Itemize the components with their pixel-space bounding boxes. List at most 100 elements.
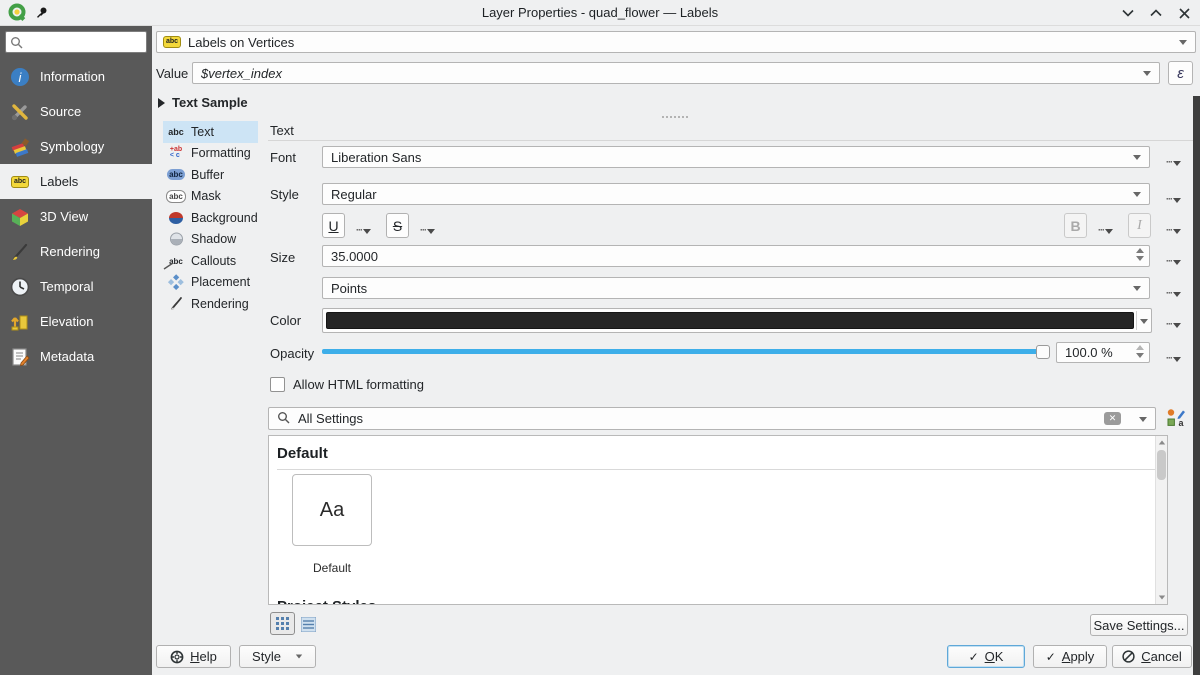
- data-defined-override-unit[interactable]: ···: [1166, 283, 1188, 297]
- opacity-slider[interactable]: [322, 349, 1048, 354]
- data-defined-override-color[interactable]: ···: [1166, 314, 1188, 328]
- default-style-card[interactable]: Aa: [292, 474, 372, 546]
- sidebar-item-temporal[interactable]: Temporal: [0, 269, 152, 304]
- sidebar-item-label: Source: [40, 104, 81, 119]
- size-spinbox[interactable]: 35.0000: [322, 245, 1150, 267]
- sidebar-item-label: Temporal: [40, 279, 93, 294]
- expression-builder-button[interactable]: ε: [1168, 61, 1193, 85]
- style-label: Style: [270, 187, 299, 202]
- sidebar-item-rendering[interactable]: Rendering: [0, 234, 152, 269]
- sidebar-item-label: 3D View: [40, 209, 88, 224]
- label-mode-select[interactable]: abc Labels on Vertices: [156, 31, 1196, 53]
- style-manager-icon[interactable]: a: [1166, 408, 1186, 428]
- font-select[interactable]: Liberation Sans: [322, 146, 1150, 168]
- clear-search-icon[interactable]: ✕: [1104, 412, 1121, 425]
- scroll-down-icon[interactable]: [1159, 596, 1165, 600]
- color-picker-button[interactable]: [322, 308, 1152, 333]
- sidebar-item-symbology[interactable]: Symbology: [0, 129, 152, 164]
- tab-background[interactable]: Background: [163, 207, 258, 229]
- tab-buffer[interactable]: abc Buffer: [163, 164, 258, 186]
- value-label: Value: [156, 66, 188, 81]
- spin-arrows-icon[interactable]: [1136, 345, 1144, 358]
- tab-text[interactable]: abc Text: [163, 121, 258, 143]
- window-title: Layer Properties - quad_flower — Labels: [0, 5, 1200, 20]
- underline-button[interactable]: U: [322, 213, 345, 238]
- sidebar-item-source[interactable]: Source: [0, 94, 152, 129]
- minimize-icon[interactable]: [1118, 3, 1138, 23]
- value-expression-input[interactable]: $vertex_index: [192, 62, 1160, 84]
- sidebar-item-elevation[interactable]: Elevation: [0, 304, 152, 339]
- tab-placement[interactable]: Placement: [163, 272, 258, 294]
- rendering-brush-icon: [9, 241, 31, 263]
- rendering-brush-icon: [166, 296, 186, 312]
- sidebar-item-information[interactable]: i Information: [0, 59, 152, 94]
- data-defined-override-strikethrough[interactable]: ···: [420, 220, 442, 234]
- allow-html-checkbox[interactable]: [270, 377, 285, 392]
- size-unit-select[interactable]: Points: [322, 277, 1150, 299]
- data-defined-override-style[interactable]: ···: [1166, 189, 1188, 203]
- tab-shadow[interactable]: Shadow: [163, 229, 258, 251]
- icon-view-button[interactable]: [270, 612, 295, 635]
- chevron-down-icon: [1133, 192, 1141, 197]
- sidebar-item-labels[interactable]: abc Labels: [0, 164, 152, 199]
- callouts-icon: abc: [166, 253, 186, 269]
- formatting-icon: +ab< c: [166, 145, 186, 161]
- ok-button[interactable]: ✓ OK: [947, 645, 1025, 668]
- scroll-up-icon[interactable]: [1159, 441, 1165, 445]
- maximize-icon[interactable]: [1146, 3, 1166, 23]
- scrollbar-thumb[interactable]: [1157, 450, 1166, 480]
- chevron-down-icon: [1139, 417, 1147, 422]
- help-button[interactable]: Help: [156, 645, 231, 668]
- sidebar-item-label: Metadata: [40, 349, 94, 364]
- project-styles-section-title: Project Styles: [277, 598, 376, 605]
- sidebar-item-3d-view[interactable]: 3D View: [0, 199, 152, 234]
- help-lifebuoy-icon: [170, 650, 184, 664]
- data-defined-override-opacity[interactable]: ···: [1166, 348, 1188, 362]
- data-defined-override-italic[interactable]: ···: [1166, 220, 1188, 234]
- font-style-select[interactable]: Regular: [322, 183, 1150, 205]
- bold-button[interactable]: B: [1064, 213, 1087, 238]
- layer-properties-dialog: Layer Properties - quad_flower — Labels …: [0, 0, 1200, 675]
- data-defined-override-underline[interactable]: ···: [356, 220, 378, 234]
- data-defined-override-bold[interactable]: ···: [1098, 220, 1120, 234]
- divider: [1136, 311, 1137, 330]
- data-defined-override-size[interactable]: ···: [1166, 251, 1188, 265]
- opacity-slider-handle[interactable]: [1036, 345, 1050, 359]
- styles-scrollbar[interactable]: [1155, 436, 1167, 604]
- tools-icon: [9, 101, 31, 123]
- chevron-down-icon: [296, 655, 302, 659]
- check-icon: ✓: [1046, 650, 1056, 664]
- close-icon[interactable]: [1174, 3, 1194, 23]
- cube-3d-icon: [9, 206, 31, 228]
- data-defined-override-font[interactable]: ···: [1166, 152, 1188, 166]
- tab-mask[interactable]: abc Mask: [163, 186, 258, 208]
- search-icon: [10, 36, 23, 49]
- strikethrough-button[interactable]: S: [386, 213, 409, 238]
- apply-button[interactable]: ✓ Apply: [1033, 645, 1107, 668]
- list-view-button[interactable]: [299, 615, 318, 633]
- sidebar-search-input[interactable]: [5, 31, 147, 53]
- label-settings-tabs: abc Text +ab< c Formatting abc Buffer ab…: [163, 121, 258, 315]
- cancel-button[interactable]: Cancel: [1112, 645, 1192, 668]
- tab-formatting[interactable]: +ab< c Formatting: [163, 143, 258, 165]
- spin-arrows-icon[interactable]: [1136, 248, 1144, 261]
- opacity-label: Opacity: [270, 346, 314, 361]
- default-section-title: Default: [277, 445, 328, 462]
- style-menu-button[interactable]: Style: [239, 645, 316, 668]
- text-sample-header[interactable]: Text Sample: [158, 95, 248, 110]
- splitter-handle[interactable]: [662, 116, 688, 118]
- divider: [277, 469, 1163, 470]
- tab-callouts[interactable]: abc Callouts: [163, 250, 258, 272]
- opacity-spinbox[interactable]: 100.0 %: [1056, 342, 1150, 363]
- tab-rendering[interactable]: Rendering: [163, 293, 258, 315]
- settings-search-input[interactable]: All Settings ✕: [268, 407, 1156, 430]
- size-label: Size: [270, 250, 295, 265]
- italic-button[interactable]: I: [1128, 213, 1151, 238]
- save-settings-button[interactable]: Save Settings...: [1090, 614, 1188, 636]
- sidebar-item-metadata[interactable]: Metadata: [0, 339, 152, 374]
- color-label: Color: [270, 313, 301, 328]
- search-icon: [277, 411, 290, 427]
- font-label: Font: [270, 150, 296, 165]
- sidebar-item-label: Elevation: [40, 314, 93, 329]
- text-icon: abc: [166, 124, 186, 140]
